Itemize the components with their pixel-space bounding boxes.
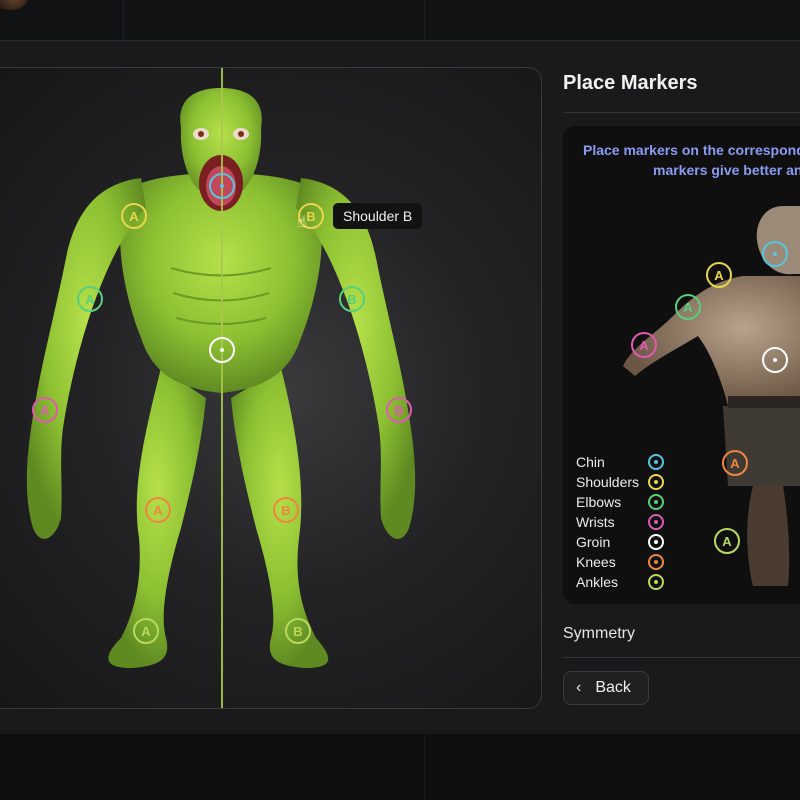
shoulder-a-marker[interactable]: A [121,203,147,229]
legend-item: Knees [576,552,664,572]
ref-ankle-marker: A [714,528,740,554]
legend-item: Ankles [576,572,664,592]
reference-card: Place markers on the correspondin marker… [563,126,800,604]
back-button-label: Back [595,679,631,696]
ref-wrist-marker: A [631,332,657,358]
groin-ring-icon [648,534,664,550]
ankle-b-marker[interactable]: B [285,618,311,644]
elbow-b-marker[interactable]: B [339,286,365,312]
legend-label: Shoulders [576,474,640,490]
wrist-b-marker[interactable]: B [386,397,412,423]
legend-item: Elbows [576,492,664,512]
wrists-ring-icon [648,514,664,530]
knee-a-marker[interactable]: A [145,497,171,523]
instructions-line-2: markers give better ani [653,162,800,178]
instructions-line-1: Place markers on the correspondin [583,142,800,158]
legend-label: Groin [576,534,611,550]
ankle-a-marker[interactable]: A [133,618,159,644]
divider [563,657,800,658]
chevron-left-icon: ‹ [576,679,582,696]
chin-ring-icon [648,454,664,470]
ref-chin-marker [762,241,788,267]
divider [123,0,124,40]
creature-model [26,88,416,668]
symmetry-toggle[interactable]: Symmetry [563,625,635,643]
ref-knee-marker: A [722,450,748,476]
knees-ring-icon [648,554,664,570]
top-strip [0,0,800,40]
legend-item: Wrists [576,512,664,532]
wrist-a-marker[interactable]: A [32,397,58,423]
divider [424,0,425,40]
divider [563,112,800,113]
bottom-strip [0,734,800,800]
symmetry-axis[interactable] [221,68,223,708]
chin-marker[interactable] [209,173,235,199]
thumbnail-orb [0,0,28,10]
legend-label: Wrists [576,514,615,530]
legend-item: Shoulders [576,472,664,492]
ref-groin-marker [762,347,788,373]
back-button[interactable]: ‹ Back [563,671,649,705]
pointer-cursor-icon: ☝ [297,214,307,231]
groin-marker[interactable] [209,337,235,363]
ref-elbow-marker: A [675,294,701,320]
elbow-a-marker[interactable]: A [77,286,103,312]
marker-tooltip: Shoulder B [333,203,423,229]
knee-b-marker[interactable]: B [273,497,299,523]
page-title: Place Markers [563,72,698,94]
divider [424,734,425,800]
ref-shoulder-marker: A [706,262,732,288]
ankles-ring-icon [648,574,664,590]
legend-label: Chin [576,454,605,470]
elbows-ring-icon [648,494,664,510]
legend-item: Groin [576,532,664,552]
shoulders-ring-icon [648,474,664,490]
model-viewport[interactable]: A B A B A B A B A B ☝ Shoulder B [0,67,542,709]
marker-legend: Chin Shoulders Elbows Wrists Groin Knees… [576,452,664,592]
legend-label: Knees [576,554,616,570]
legend-label: Elbows [576,494,622,510]
legend-item: Chin [576,452,664,472]
legend-label: Ankles [576,574,619,590]
